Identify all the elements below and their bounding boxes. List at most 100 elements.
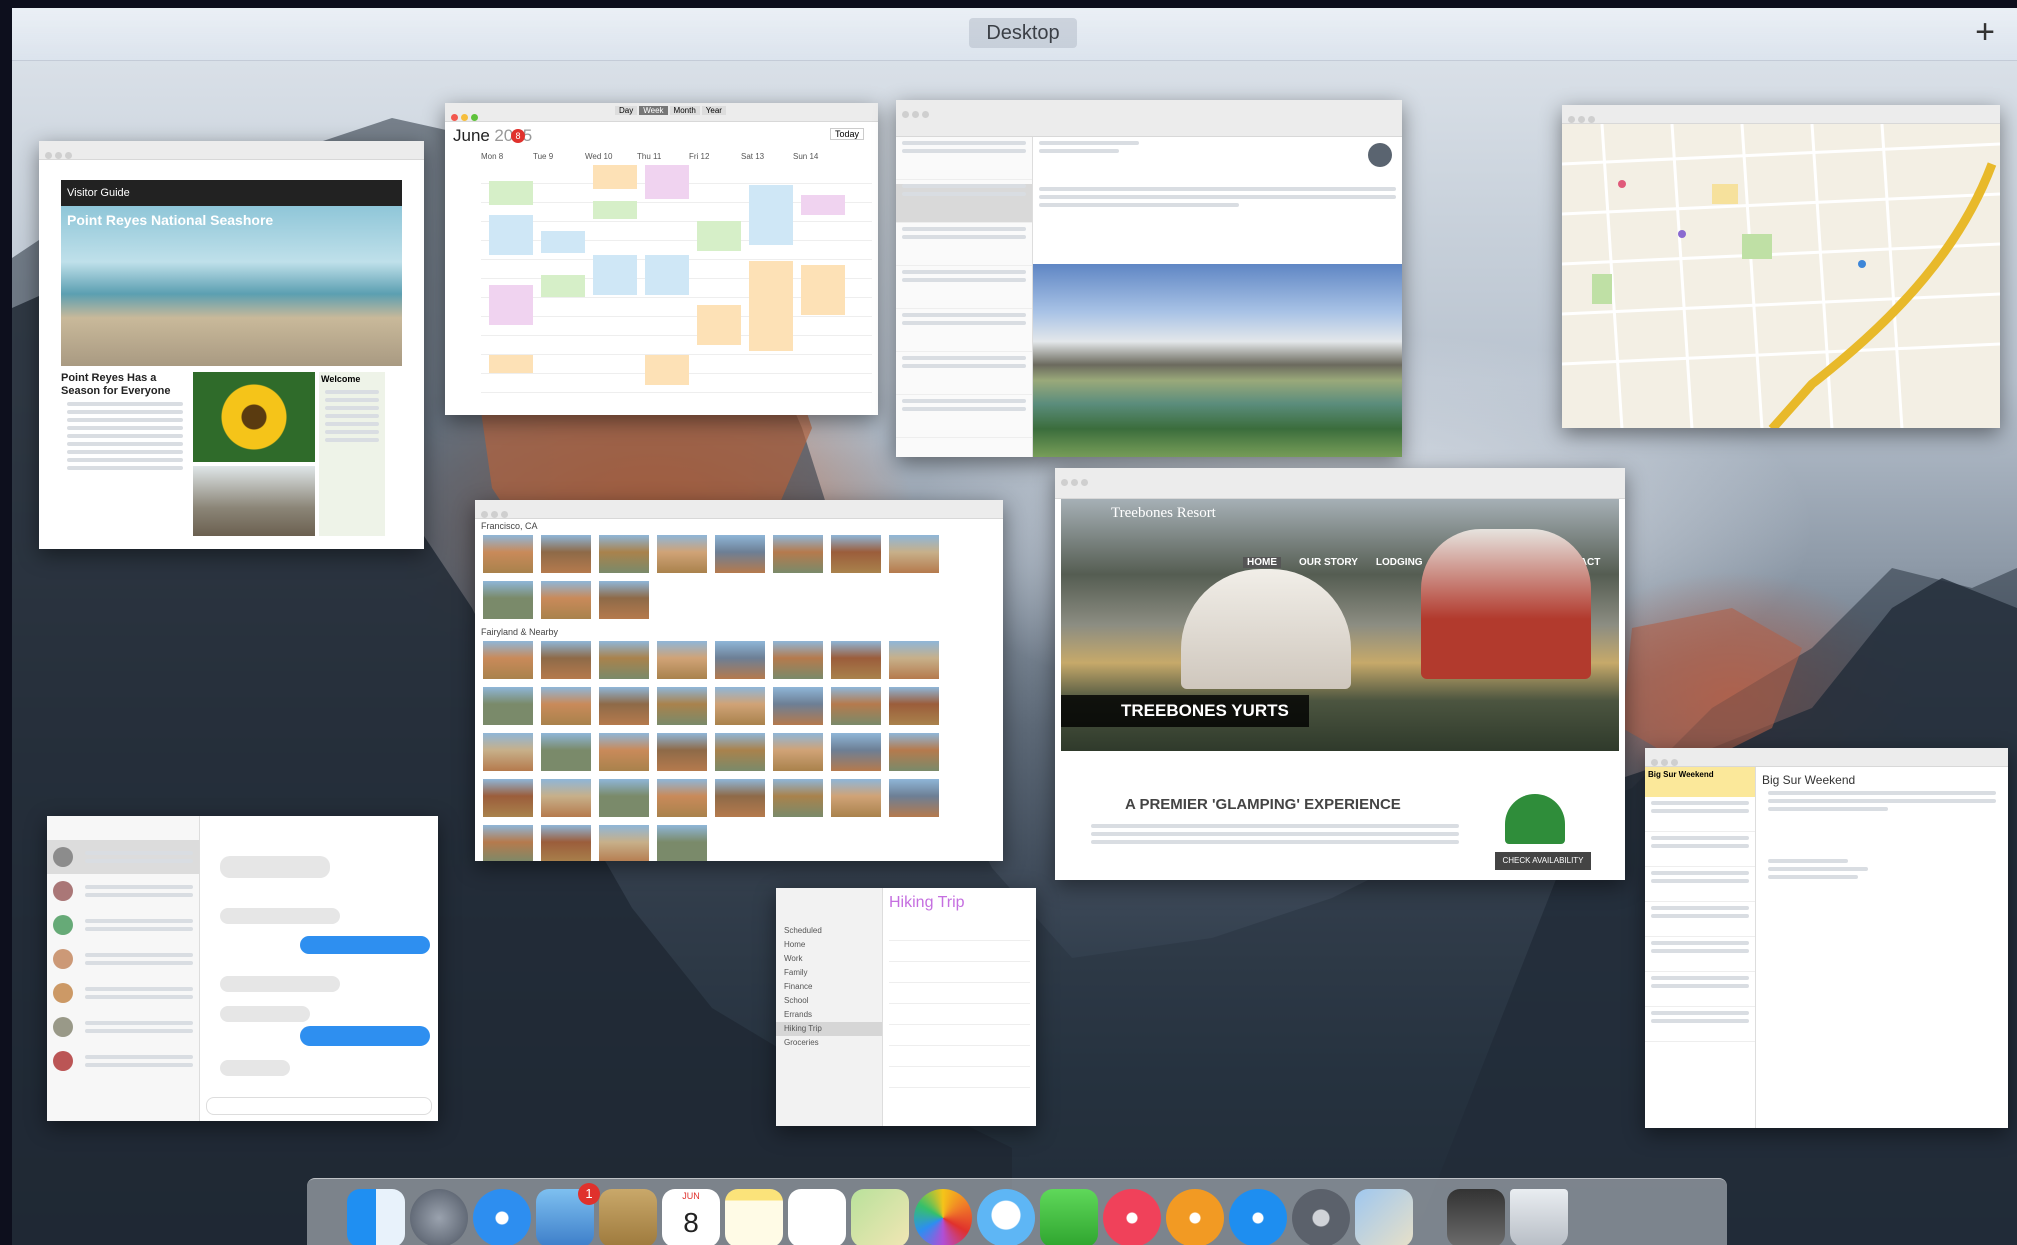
app-store-icon[interactable] <box>1229 1189 1287 1245</box>
photo-thumbnail[interactable] <box>483 581 533 619</box>
conversation-row[interactable] <box>47 976 199 1010</box>
site-nav-item[interactable]: LODGING <box>1376 557 1423 568</box>
photo-thumbnail[interactable] <box>773 733 823 771</box>
reminders-list-item[interactable]: Errands <box>776 1008 882 1022</box>
today-button[interactable]: Today <box>829 128 864 140</box>
event[interactable] <box>801 265 845 315</box>
reminders-list-item[interactable]: Home <box>776 938 882 952</box>
photo-thumbnail[interactable] <box>773 779 823 817</box>
event[interactable] <box>489 215 533 255</box>
safari-window[interactable]: Visitor Guide Point Reyes National Seash… <box>39 141 424 549</box>
view-day[interactable]: Day <box>615 106 638 115</box>
event[interactable] <box>593 201 637 219</box>
reminders-list-item[interactable]: Finance <box>776 980 882 994</box>
reminders-list-item[interactable]: Hiking Trip <box>776 1022 882 1036</box>
photo-thumbnail[interactable] <box>599 641 649 679</box>
calendar-window[interactable]: Day Week Month Year June 2015 Today Mon … <box>445 103 878 415</box>
conversation-row[interactable] <box>47 1010 199 1044</box>
photo-thumbnail[interactable] <box>657 535 707 573</box>
photo-thumbnail[interactable] <box>599 581 649 619</box>
reminder-item[interactable] <box>889 1067 1030 1088</box>
message-row[interactable] <box>896 313 1032 352</box>
reminder-item[interactable] <box>889 941 1030 962</box>
message-input[interactable] <box>206 1097 432 1115</box>
photo-thumbnail[interactable] <box>831 779 881 817</box>
event[interactable] <box>593 255 637 295</box>
site-logo[interactable]: Treebones Resort <box>1111 505 1216 522</box>
safari-icon[interactable] <box>473 1189 531 1245</box>
notes-icon[interactable] <box>725 1189 783 1245</box>
mail-icon[interactable]: 1 <box>536 1183 600 1245</box>
view-year[interactable]: Year <box>701 106 726 115</box>
photo-thumbnail[interactable] <box>657 779 707 817</box>
event[interactable] <box>489 355 533 373</box>
photo-booth-icon[interactable] <box>1447 1189 1505 1245</box>
view-month[interactable]: Month <box>669 106 700 115</box>
photo-thumbnail[interactable] <box>657 641 707 679</box>
photo-thumbnail[interactable] <box>541 641 591 679</box>
maps-window[interactable] <box>1562 105 2000 428</box>
event[interactable] <box>489 285 533 325</box>
note-row[interactable] <box>1645 941 1755 972</box>
photo-thumbnail[interactable] <box>599 779 649 817</box>
photo-thumbnail[interactable] <box>657 733 707 771</box>
event[interactable] <box>801 195 845 215</box>
site-nav-item[interactable]: OUR STORY <box>1299 557 1358 568</box>
desktop-space-thumbnail[interactable]: Desktop <box>969 18 1077 48</box>
photo-thumbnail[interactable] <box>831 535 881 573</box>
photo-thumbnail[interactable] <box>483 535 533 573</box>
mail-window[interactable] <box>896 100 1402 457</box>
note-row[interactable] <box>1645 906 1755 937</box>
conversation-row[interactable] <box>47 874 199 908</box>
photo-thumbnail[interactable] <box>483 733 533 771</box>
reminders-list-item[interactable]: Scheduled <box>776 924 882 938</box>
photo-thumbnail[interactable] <box>889 687 939 725</box>
messages-window[interactable] <box>47 816 438 1121</box>
photo-thumbnail[interactable] <box>657 687 707 725</box>
launchpad-icon[interactable] <box>410 1189 468 1245</box>
photo-thumbnail[interactable] <box>541 733 591 771</box>
reminder-item[interactable] <box>889 983 1030 1004</box>
reminder-item[interactable] <box>889 1004 1030 1025</box>
photos-icon[interactable] <box>914 1189 972 1245</box>
contacts-icon[interactable] <box>599 1189 657 1245</box>
message-row[interactable] <box>896 141 1032 180</box>
safari-treebones-window[interactable]: Treebones Resort HOMEOUR STORYLODGINGACT… <box>1055 468 1625 880</box>
conversation-row[interactable] <box>47 908 199 942</box>
note-row-selected[interactable]: Big Sur Weekend <box>1645 767 1755 797</box>
event[interactable] <box>749 261 793 351</box>
photo-thumbnail[interactable] <box>773 535 823 573</box>
event[interactable] <box>697 221 741 251</box>
message-row[interactable] <box>896 399 1032 438</box>
event[interactable] <box>749 185 793 245</box>
calendar-icon[interactable]: JUN 8 <box>662 1189 720 1245</box>
view-week[interactable]: Week <box>639 106 668 115</box>
photo-thumbnail[interactable] <box>541 581 591 619</box>
note-body[interactable]: Big Sur Weekend <box>1756 767 2008 1128</box>
facetime-icon[interactable] <box>1040 1189 1098 1245</box>
photo-thumbnail[interactable] <box>483 825 533 861</box>
event[interactable] <box>645 255 689 295</box>
conversation-row[interactable] <box>47 840 199 874</box>
event[interactable] <box>645 165 689 199</box>
event[interactable] <box>593 165 637 189</box>
photo-thumbnail[interactable] <box>483 779 533 817</box>
event[interactable] <box>541 231 585 253</box>
photo-thumbnail[interactable] <box>599 733 649 771</box>
photo-thumbnail[interactable] <box>773 641 823 679</box>
conversation-row[interactable] <box>47 942 199 976</box>
photo-thumbnail[interactable] <box>715 535 765 573</box>
itunes-icon[interactable] <box>1103 1189 1161 1245</box>
photo-thumbnail[interactable] <box>831 641 881 679</box>
reminders-icon[interactable] <box>788 1189 846 1245</box>
reminders-list-item[interactable]: School <box>776 994 882 1008</box>
ibooks-icon[interactable] <box>1166 1189 1224 1245</box>
photo-thumbnail[interactable] <box>541 535 591 573</box>
system-preferences-icon[interactable] <box>1292 1189 1350 1245</box>
reminder-item[interactable] <box>889 1025 1030 1046</box>
photo-thumbnail[interactable] <box>715 687 765 725</box>
notes-window[interactable]: Big Sur Weekend Big Sur Weekend <box>1645 748 2008 1128</box>
event[interactable] <box>489 181 533 205</box>
note-row[interactable] <box>1645 976 1755 1007</box>
photo-thumbnail[interactable] <box>541 687 591 725</box>
